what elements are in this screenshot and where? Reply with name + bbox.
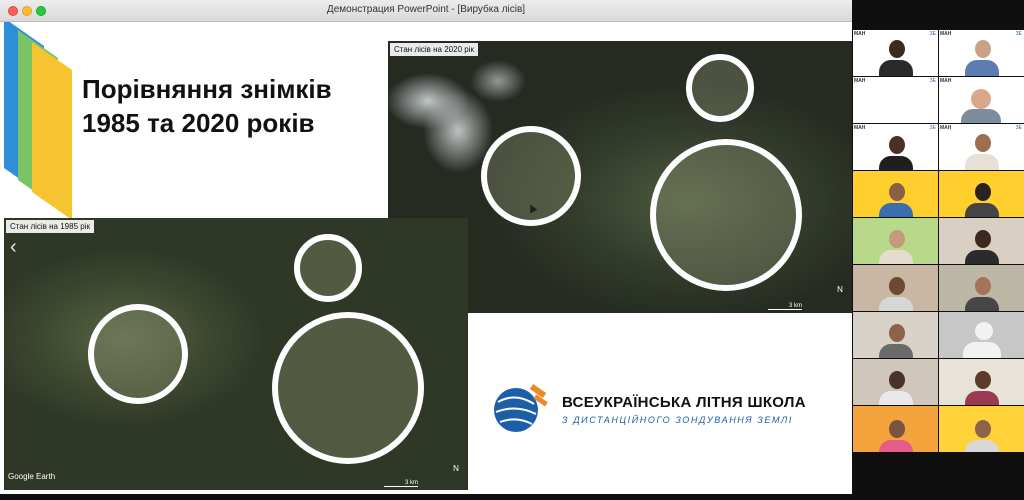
satellite-image-1985: Стан лісів на 1985 рік ‹ Google Earth N … — [4, 218, 468, 490]
tile-label: МАН — [854, 78, 866, 84]
logo-subtitle: З ДИСТАНЦІЙНОГО ЗОНДУВАННЯ ЗЕМЛІ — [562, 415, 793, 425]
participant-video-tile[interactable] — [853, 312, 938, 358]
participant-video-tile[interactable] — [939, 359, 1024, 405]
highlight-circle — [650, 139, 802, 291]
north-arrow-icon: N — [837, 285, 843, 294]
highlight-circle — [88, 304, 188, 404]
logo-title: ВСЕУКРАЇНСЬКА ЛІТНЯ ШКОЛА — [562, 394, 806, 411]
participant-video-tile[interactable] — [939, 312, 1024, 358]
tile-label: МАН — [940, 125, 952, 131]
north-arrow-icon: N — [453, 464, 459, 473]
map-attribution: Google Earth — [8, 472, 56, 481]
participant-video-tile[interactable] — [853, 265, 938, 311]
participant-video-tile[interactable] — [853, 359, 938, 405]
participant-video-tile[interactable]: МАН — [939, 77, 1024, 123]
tile-badge: ЗЕ — [929, 125, 936, 131]
window-titlebar: Демонстрация PowerPoint - [Вирубка лісів… — [0, 0, 852, 22]
participant-video-tile[interactable]: МАН ЗЕ — [939, 30, 1024, 76]
participant-video-tile[interactable]: МАН ЗЕ — [853, 77, 938, 123]
window-title: Демонстрация PowerPoint - [Вирубка лісів… — [326, 4, 526, 15]
slide-title: Порівняння знімків 1985 та 2020 років — [82, 74, 332, 138]
map-scale: 3 km — [768, 303, 802, 310]
participant-video-tile[interactable] — [939, 171, 1024, 217]
tile-badge: ЗЕ — [1015, 125, 1022, 131]
chevron-left-icon[interactable]: ‹ — [10, 236, 17, 259]
tile-badge: ЗЕ — [929, 78, 936, 84]
participant-video-tile[interactable] — [939, 218, 1024, 264]
school-logo-icon — [494, 383, 548, 432]
highlight-circle — [686, 54, 754, 122]
tile-badge: ЗЕ — [1015, 31, 1022, 37]
participant-video-tile[interactable] — [853, 218, 938, 264]
tile-label: МАН — [940, 78, 952, 84]
participants-panel: МАН ЗЕ МАН ЗЕ МАН ЗЕ МАН МАН ЗЕ МАН ЗЕ — [853, 30, 1024, 470]
participant-video-tile[interactable] — [939, 406, 1024, 452]
participant-video-tile[interactable] — [853, 406, 938, 452]
participant-video-tile[interactable]: МАН ЗЕ — [853, 30, 938, 76]
presentation-slide[interactable]: Порівняння знімків 1985 та 2020 років Ст… — [0, 22, 852, 494]
participant-video-tile[interactable]: МАН ЗЕ — [853, 124, 938, 170]
tile-label: МАН — [940, 31, 952, 37]
highlight-circle — [294, 234, 362, 302]
powerpoint-window: Демонстрация PowerPoint - [Вирубка лісів… — [0, 0, 852, 494]
participant-video-tile[interactable] — [853, 171, 938, 217]
screen: Демонстрация PowerPoint - [Вирубка лісів… — [0, 0, 1024, 500]
tile-label: МАН — [854, 31, 866, 37]
map-scale: 3 km — [384, 480, 418, 487]
participant-video-tile[interactable]: МАН ЗЕ — [939, 124, 1024, 170]
image-label-2020: Стан лісів на 2020 рік — [390, 43, 478, 56]
tile-badge: ЗЕ — [929, 31, 936, 37]
image-label-1985: Стан лісів на 1985 рік — [6, 220, 94, 233]
tile-label: МАН — [854, 125, 866, 131]
decor-stripe-yellow — [32, 41, 72, 221]
highlight-circle — [272, 312, 424, 464]
participant-video-tile[interactable] — [939, 265, 1024, 311]
